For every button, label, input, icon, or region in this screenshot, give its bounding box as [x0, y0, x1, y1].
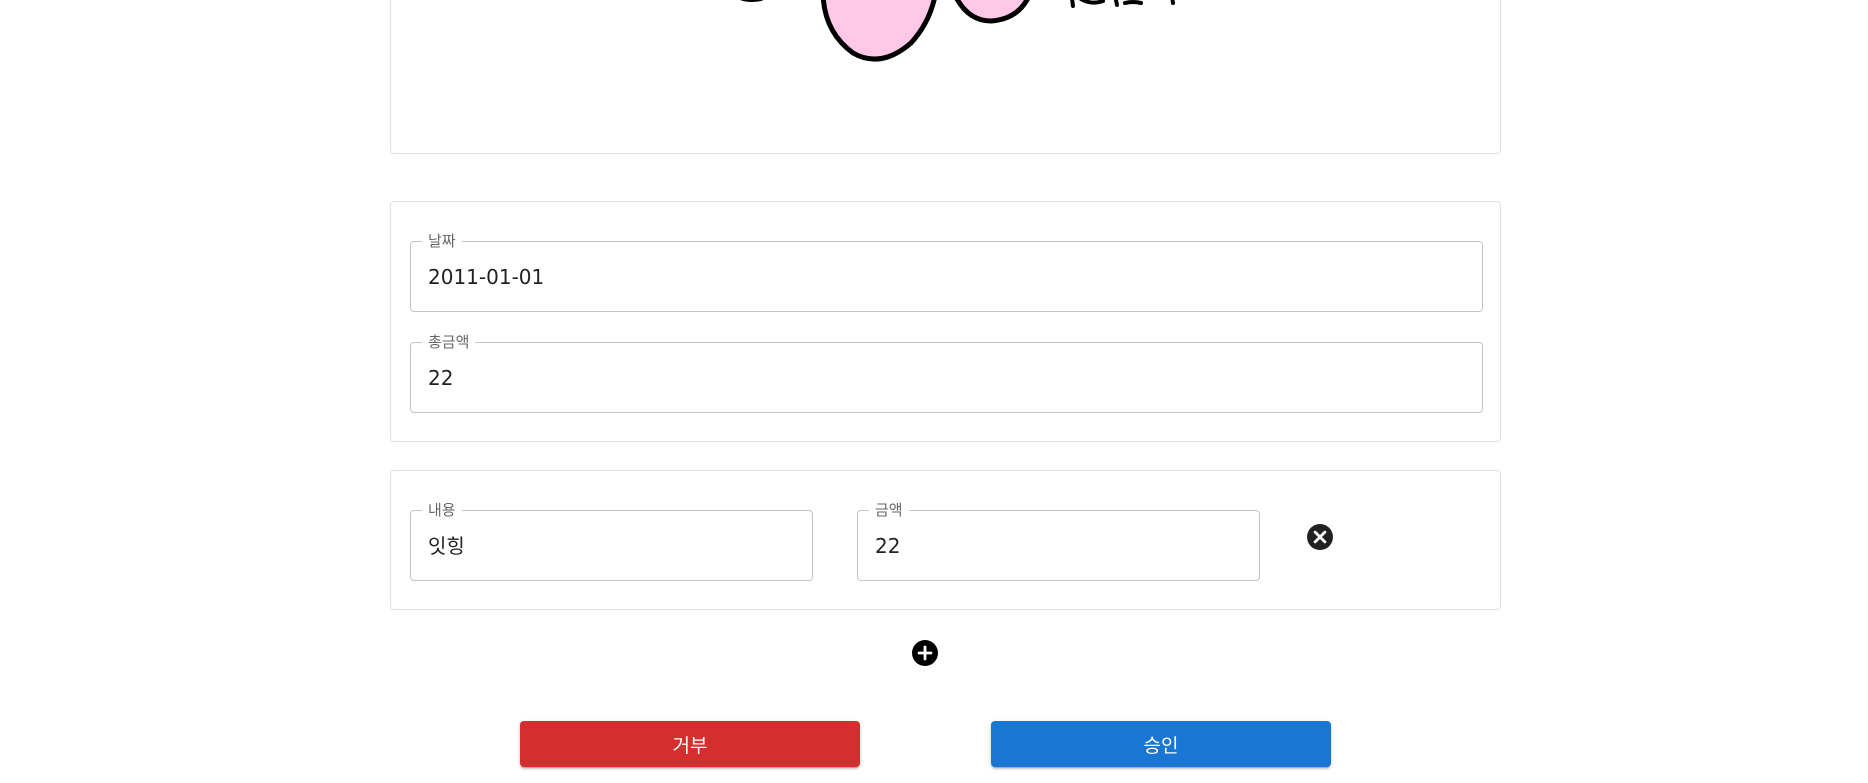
date-value: 2011-01-01 — [428, 265, 545, 289]
total-amount-field[interactable]: 총금액 22 — [410, 334, 1483, 413]
reject-button[interactable]: 거부 — [520, 721, 860, 767]
item-description-label: 내용 — [422, 502, 462, 518]
remove-item-button[interactable] — [1305, 522, 1335, 552]
add-item-button[interactable] — [910, 638, 940, 668]
plus-circle-icon — [912, 640, 938, 666]
item-amount-label: 금액 — [869, 502, 909, 518]
receipt-image-card — [390, 0, 1501, 154]
total-amount-label: 총금액 — [422, 334, 476, 350]
item-description-value: 잇힝 — [428, 534, 465, 558]
item-amount-field[interactable]: 금액 22 — [857, 502, 1260, 581]
item-description-field[interactable]: 내용 잇힝 — [410, 502, 813, 581]
date-field[interactable]: 날짜 2011-01-01 — [410, 233, 1483, 312]
line-item-card: 내용 잇힝 금액 22 — [390, 470, 1501, 610]
close-circle-icon — [1307, 524, 1333, 550]
approve-button[interactable]: 승인 — [991, 721, 1331, 767]
total-amount-value: 22 — [428, 366, 454, 390]
receipt-sketch-image — [740, 0, 1175, 62]
approval-page: 날짜 2011-01-01 총금액 22 내용 잇힝 금액 22 거부 승인 — [0, 0, 1868, 783]
date-label: 날짜 — [422, 233, 462, 249]
item-amount-value: 22 — [875, 534, 901, 558]
receipt-summary-card: 날짜 2011-01-01 총금액 22 — [390, 201, 1501, 442]
